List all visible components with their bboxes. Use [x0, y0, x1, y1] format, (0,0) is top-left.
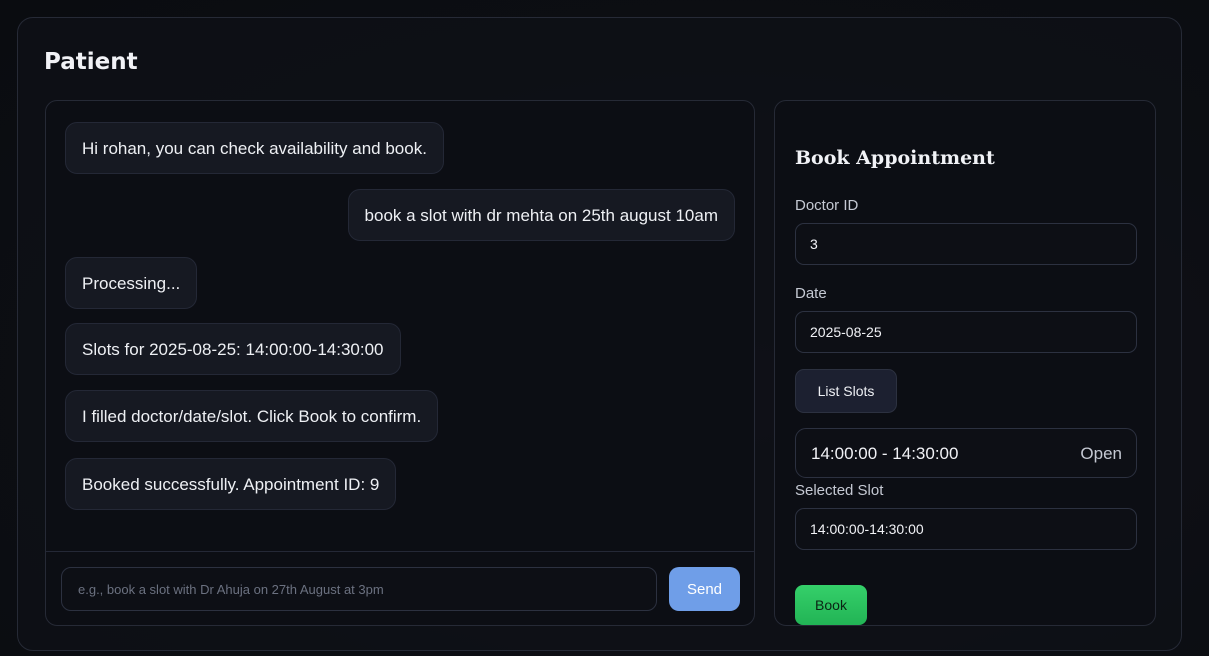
- chat-message-assistant: Slots for 2025-08-25: 14:00:00-14:30:00: [65, 323, 401, 375]
- slot-time: 14:00:00 - 14:30:00: [811, 444, 959, 463]
- book-appointment-card: Book Appointment Doctor ID Date List Slo…: [774, 100, 1156, 626]
- doctor-id-field[interactable]: [795, 223, 1137, 265]
- chat-message-assistant: Processing...: [65, 257, 198, 309]
- message-list: Hi rohan, you can check availability and…: [46, 101, 754, 551]
- slot-status: Open: [1080, 444, 1122, 463]
- selected-slot-field[interactable]: [795, 508, 1137, 550]
- send-button[interactable]: Send: [669, 567, 740, 611]
- patient-panel: Patient Hi rohan, you can check availabi…: [17, 17, 1182, 651]
- chat-message-assistant: Booked successfully. Appointment ID: 9: [65, 458, 397, 510]
- book-button[interactable]: Book: [795, 585, 867, 625]
- chat-message-assistant: Hi rohan, you can check availability and…: [65, 122, 444, 174]
- panel-title: Patient: [44, 49, 138, 75]
- slot-option[interactable]: 14:00:00 - 14:30:00 Open: [795, 428, 1137, 478]
- list-slots-button[interactable]: List Slots: [795, 369, 897, 413]
- chat-card: Hi rohan, you can check availability and…: [45, 100, 755, 626]
- date-label: Date: [795, 285, 827, 302]
- selected-slot-label: Selected Slot: [795, 482, 884, 499]
- book-appointment-title: Book Appointment: [795, 147, 995, 169]
- date-field[interactable]: [795, 311, 1137, 353]
- doctor-id-label: Doctor ID: [795, 197, 859, 214]
- chat-message-user: book a slot with dr mehta on 25th august…: [347, 189, 735, 241]
- page: Patient Hi rohan, you can check availabi…: [0, 0, 1209, 656]
- chat-input[interactable]: [61, 567, 657, 611]
- chat-message-assistant: I filled doctor/date/slot. Click Book to…: [65, 390, 439, 442]
- chat-divider: [46, 551, 754, 552]
